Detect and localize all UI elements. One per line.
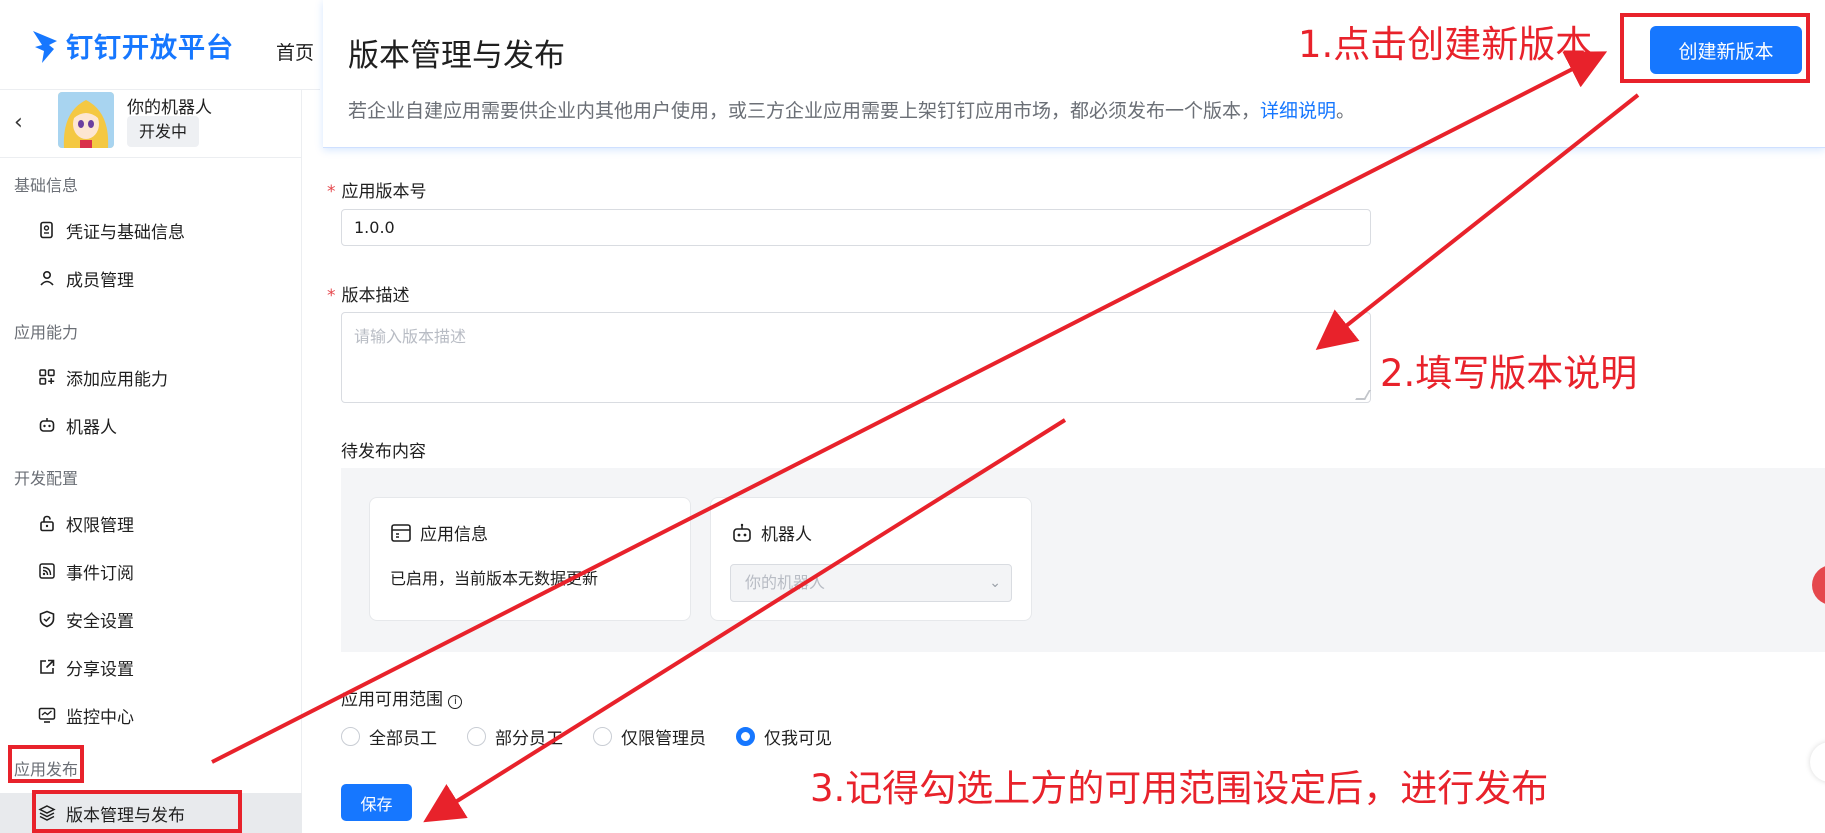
- radio-admins-only[interactable]: 仅限管理员: [593, 724, 706, 749]
- desc-label-text: 版本描述: [341, 286, 410, 306]
- sidebar-item-label: 分享设置: [66, 659, 134, 680]
- radio-circle[interactable]: [736, 727, 755, 746]
- arrow-to-create-button: [211, 51, 1608, 764]
- radio-circle[interactable]: [341, 727, 360, 746]
- sidebar-item-permissions[interactable]: 权限管理: [38, 503, 278, 543]
- rss-icon: [39, 563, 55, 579]
- version-label: * 应用版本号: [327, 177, 427, 202]
- dingtalk-logo-icon: [33, 30, 57, 63]
- app-info-card: 应用信息 已启用，当前版本无数据更新: [369, 497, 691, 621]
- avatar: [58, 92, 114, 148]
- share-icon: [40, 659, 55, 674]
- sidebar-item-security[interactable]: 安全设置: [38, 599, 278, 639]
- menu-group-dev-config: 开发配置: [14, 469, 79, 488]
- radio-label: 仅限管理员: [621, 729, 706, 749]
- apps-add-icon: [39, 369, 55, 385]
- radio-circle[interactable]: [593, 727, 612, 746]
- sidebar-item-robot[interactable]: 机器人: [38, 405, 278, 445]
- sidebar-item-events[interactable]: 事件订阅: [38, 551, 278, 591]
- annotation-step2: 2.填写版本说明: [1380, 352, 1638, 395]
- sidebar-item-label: 事件订阅: [66, 563, 134, 584]
- resize-handle[interactable]: [1355, 390, 1371, 400]
- sidebar-item-members[interactable]: 成员管理: [38, 258, 278, 298]
- robot-card: 机器人 你的机器人 ⌄: [710, 497, 1032, 621]
- status-badge: 开发中: [127, 116, 200, 147]
- top-bar: 钉钉开放平台 首页: [0, 0, 320, 90]
- sidebar-item-label: 监控中心: [66, 707, 134, 728]
- required-mark: *: [327, 182, 336, 202]
- radio-all-staff[interactable]: 全部员工: [341, 724, 437, 749]
- radio-circle[interactable]: [467, 727, 486, 746]
- highlight-version-release-item: [32, 790, 242, 833]
- shield-icon: [39, 610, 55, 628]
- desc-label: * 版本描述: [327, 281, 410, 306]
- scope-label: 应用可用范围 i: [341, 685, 463, 710]
- page-header: 版本管理与发布 若企业自建应用需要供企业内其他用户使用，或三方企业应用需要上架钉…: [323, 0, 1825, 148]
- desc-placeholder: 请输入版本描述: [354, 327, 467, 346]
- highlight-create-button: [1620, 13, 1810, 83]
- description-end: 。: [1336, 100, 1356, 122]
- robot-icon: [39, 418, 55, 432]
- radio-label: 仅我可见: [764, 729, 832, 749]
- card-text: 已启用，当前版本无数据更新: [390, 569, 599, 588]
- logo-text: 钉钉开放平台: [66, 33, 234, 64]
- pending-content-area: 应用信息 已启用，当前版本无数据更新 机器人 你的机器人 ⌄: [341, 468, 1825, 652]
- card-title: 机器人: [761, 525, 812, 545]
- card-title: 应用信息: [420, 525, 488, 545]
- nav-home-link[interactable]: 首页: [276, 38, 314, 65]
- logo[interactable]: 钉钉开放平台: [30, 26, 234, 65]
- scope-radio-group: 全部员工 部分员工 仅限管理员 仅我可见: [341, 724, 862, 749]
- annotation-step1: 1.点击创建新版本: [1298, 23, 1593, 66]
- radio-label: 全部员工: [369, 729, 437, 749]
- radio-some-staff[interactable]: 部分员工: [467, 724, 563, 749]
- card-header: 应用信息: [390, 520, 488, 545]
- save-button[interactable]: 保存: [341, 784, 412, 821]
- sidebar-item-label: 凭证与基础信息: [66, 222, 185, 243]
- radio-label: 部分员工: [495, 729, 563, 749]
- sidebar-item-share[interactable]: 分享设置: [38, 647, 278, 687]
- robot-icon: [733, 523, 751, 542]
- sidebar-item-label: 机器人: [66, 417, 117, 438]
- sidebar-item-monitor[interactable]: 监控中心: [38, 695, 278, 735]
- sidebar-item-label: 安全设置: [66, 611, 134, 632]
- page-title: 版本管理与发布: [348, 38, 565, 74]
- annotation-step3: 3.记得勾选上方的可用范围设定后，进行发布: [810, 767, 1549, 810]
- info-icon[interactable]: i: [448, 695, 463, 709]
- version-description-textarea[interactable]: 请输入版本描述: [341, 312, 1371, 403]
- app-window-icon: [391, 523, 411, 542]
- version-input[interactable]: 1.0.0: [341, 209, 1371, 246]
- app-header: ‹ 你的机器人 开发中: [0, 90, 302, 158]
- robot-select[interactable]: 你的机器人 ⌄: [730, 564, 1012, 602]
- floating-action-button[interactable]: [1810, 742, 1825, 782]
- select-value: 你的机器人: [745, 573, 826, 592]
- required-mark: *: [327, 286, 336, 306]
- version-label-text: 应用版本号: [341, 182, 427, 202]
- page-description: 若企业自建应用需要供企业内其他用户使用，或三方企业应用需要上架钉钉应用市场，都必…: [348, 96, 1355, 123]
- sidebar-item-label: 权限管理: [66, 515, 134, 536]
- sidebar-item-credentials[interactable]: 凭证与基础信息: [38, 210, 278, 250]
- credential-icon: [40, 221, 53, 239]
- chevron-down-icon: ⌄: [989, 575, 1001, 591]
- lock-icon: [40, 515, 54, 532]
- card-header: 机器人: [731, 520, 812, 545]
- app-name: 你的机器人: [127, 98, 212, 118]
- menu-group-capability: 应用能力: [14, 323, 79, 342]
- user-icon: [40, 270, 54, 286]
- highlight-release-group: [8, 745, 84, 783]
- sidebar-item-add-capability[interactable]: 添加应用能力: [38, 357, 278, 397]
- pending-content-label: 待发布内容: [341, 442, 426, 462]
- description-text: 若企业自建应用需要供企业内其他用户使用，或三方企业应用需要上架钉钉应用市场，都必…: [348, 100, 1261, 122]
- radio-only-me[interactable]: 仅我可见: [736, 724, 832, 749]
- sidebar-item-label: 成员管理: [66, 270, 134, 291]
- sidebar-item-label: 添加应用能力: [66, 369, 168, 390]
- monitor-icon: [38, 707, 56, 723]
- details-link[interactable]: 详细说明: [1260, 100, 1336, 122]
- menu-group-basic: 基础信息: [14, 176, 79, 195]
- scope-label-text: 应用可用范围: [341, 690, 443, 710]
- back-icon[interactable]: ‹: [14, 110, 23, 135]
- sidebar: ‹ 你的机器人 开发中 基础信息 凭证与基础信息 成员管理 应用能力 添加应用能…: [0, 90, 302, 833]
